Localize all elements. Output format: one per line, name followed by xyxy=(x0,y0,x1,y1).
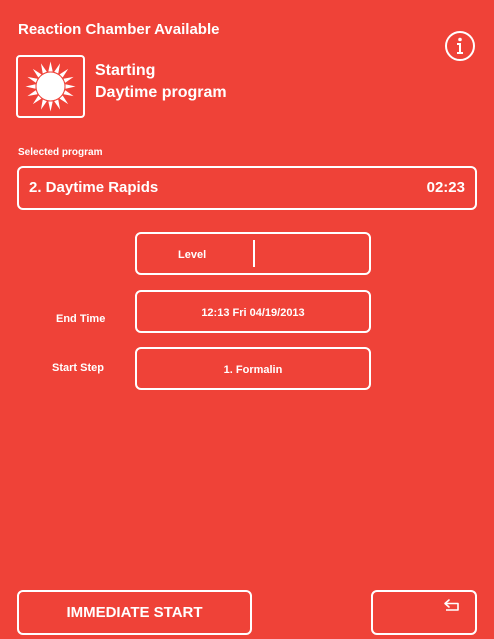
sun-icon xyxy=(25,61,76,112)
start-step-field[interactable]: 1. Formalin xyxy=(135,347,371,390)
end-time-field[interactable]: 12:13 Fri 04/19/2013 xyxy=(135,290,371,333)
selected-program-label: Selected program xyxy=(18,147,103,158)
level-divider xyxy=(253,240,255,267)
level-label: Level xyxy=(178,249,207,261)
back-button[interactable] xyxy=(371,590,477,635)
program-status-icon xyxy=(16,55,85,118)
level-field[interactable]: Level xyxy=(135,232,371,275)
start-step-value: 1. Formalin xyxy=(223,364,283,376)
end-time-value: 12:13 Fri 04/19/2013 xyxy=(201,307,305,319)
return-arrow-icon xyxy=(444,599,459,611)
program-duration: 02:23 xyxy=(426,179,465,196)
info-icon xyxy=(445,31,475,61)
end-time-label: End Time xyxy=(56,313,106,325)
selected-program-button[interactable]: 2. Daytime Rapids 02:23 xyxy=(17,166,477,210)
program-name: 2. Daytime Rapids xyxy=(29,179,159,196)
status-line-1: Starting xyxy=(95,62,156,79)
start-step-label: Start Step xyxy=(52,362,104,374)
header-title: Reaction Chamber Available xyxy=(18,21,220,38)
info-button[interactable] xyxy=(444,30,476,62)
status-line-2: Daytime program xyxy=(95,84,227,101)
immediate-start-button[interactable]: IMMEDIATE START xyxy=(17,590,252,635)
